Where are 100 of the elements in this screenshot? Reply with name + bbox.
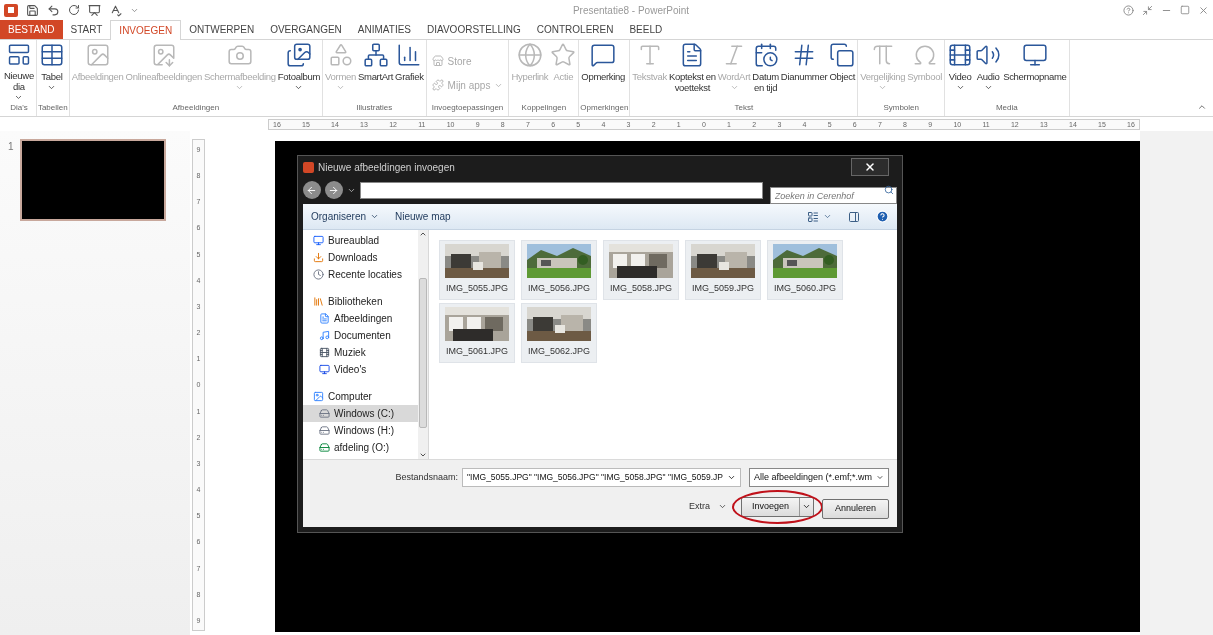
address-field[interactable] <box>359 181 763 199</box>
ribbon-tab[interactable]: START <box>62 20 111 39</box>
caret-icon <box>336 83 345 92</box>
ribbon-button[interactable]: Dianummer <box>779 40 829 102</box>
group-label: Opmerkingen <box>580 102 629 114</box>
slide-thumbnail[interactable] <box>19 139 166 221</box>
tools-button[interactable]: Extra <box>688 499 727 514</box>
download-icon <box>313 252 324 263</box>
nav-item[interactable]: Muziek <box>303 344 418 361</box>
filename-field[interactable]: "IMG_5055.JPG" "IMG_5056.JPG" "IMG_5058.JPG" "IMG_5059.JP <box>462 468 741 488</box>
back-button[interactable] <box>303 181 321 199</box>
star-icon <box>550 42 577 68</box>
ribbon-button[interactable]: Object <box>828 40 857 102</box>
ribbon-tab[interactable]: BEELD <box>621 20 671 39</box>
close-button[interactable] <box>851 158 889 176</box>
filename-label: Bestandsnaam: <box>395 471 459 484</box>
ribbon-button[interactable]: Grafiek <box>394 40 425 102</box>
nav-item[interactable]: Windows (C:) <box>303 405 418 422</box>
ribbon-button[interactable]: Datum en tijd <box>751 40 780 102</box>
ribbon-tab[interactable]: DIAVOORSTELLING <box>419 20 529 39</box>
file-name: IMG_5061.JPG <box>446 345 508 359</box>
cancel-button[interactable]: Annuleren <box>821 499 889 519</box>
view-options-icon[interactable] <box>807 210 819 223</box>
nav-item[interactable]: Video's <box>303 361 418 378</box>
ribbon-tab[interactable]: ANIMATIES <box>349 20 419 39</box>
desktop-icon <box>313 235 324 246</box>
ribbon-button[interactable]: Fotoalbum <box>276 40 322 102</box>
file-name: IMG_5062.JPG <box>528 345 590 359</box>
undo-icon[interactable] <box>47 3 60 17</box>
calendar-icon <box>752 42 779 68</box>
group-label: Afbeeldingen <box>172 102 220 114</box>
dialog-title: Nieuwe afbeeldingen invoegen <box>318 160 455 175</box>
file-type-dropdown[interactable]: Alle afbeeldingen (*.emf;*.wm <box>749 468 889 488</box>
search-field[interactable]: Zoeken in Cerenhof <box>769 187 897 204</box>
file-tile[interactable]: IMG_5062.JPG <box>521 303 597 363</box>
ribbon-button[interactable]: Schermopname <box>1002 40 1068 102</box>
ribbon-button[interactable]: Video <box>946 40 975 102</box>
ribbon-tab[interactable]: INVOEGEN <box>110 20 182 40</box>
ribbon-tab[interactable]: OVERGANGEN <box>262 20 350 39</box>
insert-split-button[interactable]: Invoegen <box>740 496 814 517</box>
back-arrow-icon <box>306 184 318 196</box>
preview-pane-icon[interactable] <box>848 210 860 223</box>
file-tile[interactable]: IMG_5060.JPG <box>767 240 843 300</box>
nav-item[interactable]: Bibliotheken <box>303 293 418 310</box>
caret-icon <box>823 212 832 221</box>
nav-item[interactable]: afdeling (O:) <box>303 439 418 456</box>
caret-icon <box>294 83 304 92</box>
diagram-icon <box>362 42 389 68</box>
caret-icon <box>955 83 965 92</box>
collapse-ribbon-icon[interactable] <box>1197 102 1207 112</box>
document-icon <box>319 313 330 324</box>
nav-item[interactable]: Downloads <box>303 249 418 266</box>
ribbon-button[interactable]: SmartArt <box>357 40 395 102</box>
caret-icon <box>983 83 993 92</box>
film-icon <box>947 42 974 68</box>
caret-icon <box>235 83 245 92</box>
ribbon-button[interactable]: Nieuwe dia <box>3 40 35 102</box>
caret-icon <box>370 212 380 221</box>
file-name: IMG_5056.JPG <box>528 282 590 296</box>
group-label: Media <box>995 102 1018 114</box>
ribbon-tab[interactable]: ONTWERPEN <box>181 20 263 39</box>
ribbon-button[interactable]: Audio <box>974 40 1003 102</box>
close-icon[interactable] <box>1198 4 1209 16</box>
nav-item[interactable]: Recente locaties <box>303 266 418 283</box>
app-icon <box>303 161 314 173</box>
images-icon <box>285 42 312 68</box>
ribbon-tab[interactable]: BESTAND <box>0 20 63 39</box>
window-title: Presentatie8 - PowerPoint <box>572 3 690 18</box>
scrollbar[interactable] <box>418 230 428 460</box>
group-label: Illustraties <box>356 102 393 114</box>
file-tile[interactable]: IMG_5059.JPG <box>685 240 761 300</box>
caret-icon <box>729 83 739 92</box>
spell-check-icon[interactable] <box>109 3 122 17</box>
music-icon <box>319 330 330 341</box>
ribbon-button[interactable]: Koptekst en voettekst <box>667 40 717 102</box>
ribbon-display-icon[interactable] <box>1142 4 1153 16</box>
ribbon-button[interactable]: Tabel <box>37 40 66 102</box>
forward-button[interactable] <box>324 181 343 199</box>
save-icon[interactable] <box>26 3 39 17</box>
file-tile[interactable]: IMG_5055.JPG <box>439 240 515 300</box>
drive-icon <box>319 408 330 419</box>
file-tile[interactable]: IMG_5058.JPG <box>603 240 679 300</box>
ribbon-button[interactable]: Opmerking <box>580 40 627 102</box>
nav-item[interactable]: Bureaublad <box>303 232 418 249</box>
ribbon-tab[interactable]: CONTROLEREN <box>528 20 622 39</box>
nav-item[interactable]: Computer <box>303 388 418 405</box>
toolbar-button[interactable]: Nieuwe map <box>395 209 451 224</box>
redo-icon[interactable] <box>68 4 80 16</box>
nav-item[interactable]: Afbeeldingen <box>303 310 418 327</box>
file-name: IMG_5060.JPG <box>774 282 836 296</box>
file-tile[interactable]: IMG_5056.JPG <box>521 240 597 300</box>
group-label: Invoegtoepassingen <box>431 102 504 114</box>
file-name: IMG_5059.JPG <box>692 282 754 296</box>
group-label: Koppelingen <box>521 102 567 114</box>
presentation-icon[interactable] <box>88 3 101 17</box>
app-logo-icon <box>4 3 18 17</box>
file-tile[interactable]: IMG_5061.JPG <box>439 303 515 363</box>
nav-item[interactable]: Windows (H:) <box>303 422 418 439</box>
toolbar-button[interactable]: Organiseren <box>311 209 380 224</box>
nav-item[interactable]: Documenten <box>303 327 418 344</box>
